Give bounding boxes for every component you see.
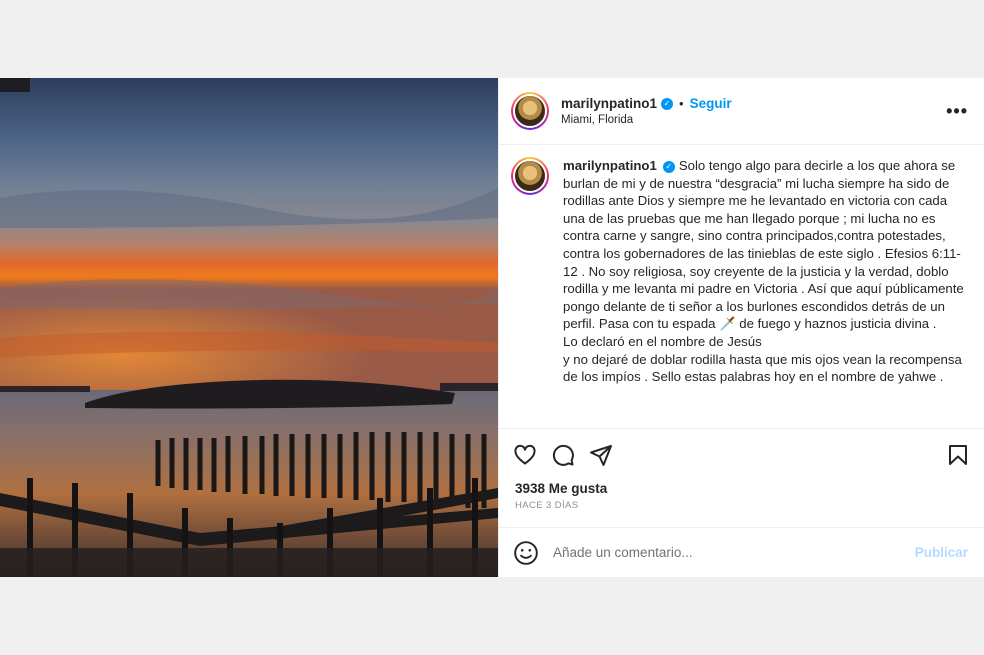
- verified-badge-icon: ✓: [661, 97, 674, 110]
- author-line: marilynpatino1 ✓ • Seguir: [561, 96, 946, 111]
- post-photo-sunset[interactable]: [0, 78, 498, 577]
- post-actions: [499, 429, 984, 481]
- caption-text: Solo tengo algo para decirle a los que a…: [563, 158, 964, 385]
- instagram-post: marilynpatino1 ✓ • Seguir Miami, Florida…: [0, 78, 984, 577]
- heart-icon[interactable]: [513, 443, 537, 467]
- post-timestamp[interactable]: HACE 3 DÍAS: [499, 496, 984, 511]
- caption-author-avatar[interactable]: [511, 157, 549, 195]
- likes-count[interactable]: 3938 Me gusta: [499, 481, 984, 496]
- comment-input[interactable]: [553, 545, 915, 560]
- author-info: marilynpatino1 ✓ • Seguir Miami, Florida: [561, 96, 946, 126]
- sunset-marina-image: [0, 78, 498, 577]
- author-username[interactable]: marilynpatino1: [561, 96, 657, 111]
- verified-badge-icon: ✓: [662, 160, 675, 173]
- publish-button[interactable]: Publicar: [915, 545, 968, 560]
- avatar-image: [513, 94, 547, 128]
- emoji-icon[interactable]: [513, 540, 539, 566]
- caption-username[interactable]: marilynpatino1: [563, 158, 657, 173]
- follow-button[interactable]: Seguir: [690, 96, 732, 111]
- more-options-icon[interactable]: •••: [946, 101, 968, 122]
- post-header: marilynpatino1 ✓ • Seguir Miami, Florida…: [499, 78, 984, 145]
- post-location[interactable]: Miami, Florida: [561, 114, 946, 126]
- comment-icon[interactable]: [551, 443, 575, 467]
- bookmark-icon[interactable]: [946, 443, 970, 467]
- caption-section: marilynpatino1 ✓ Solo tengo algo para deci…: [499, 145, 984, 429]
- avatar-image: [513, 159, 547, 193]
- send-icon[interactable]: [589, 443, 613, 467]
- post-sidebar: marilynpatino1 ✓ • Seguir Miami, Florida…: [498, 78, 984, 577]
- author-avatar[interactable]: [511, 92, 549, 130]
- post-caption: marilynpatino1 ✓ Solo tengo algo para deci…: [563, 157, 968, 428]
- separator-dot: •: [679, 96, 684, 111]
- comment-bar: Publicar: [499, 527, 984, 577]
